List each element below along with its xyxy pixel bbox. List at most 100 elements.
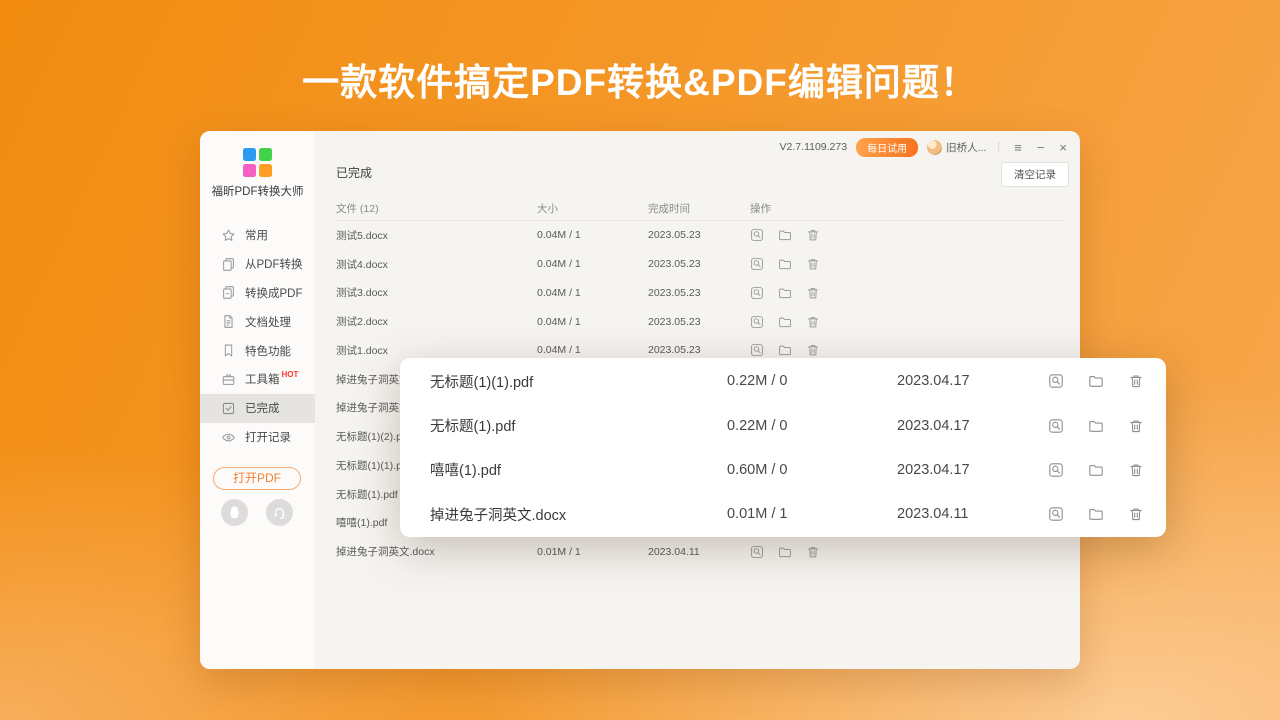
col-header-date: 完成时间 xyxy=(648,201,750,216)
table-row: 测试5.docx 0.04M / 1 2023.05.23 xyxy=(336,221,1066,250)
folder-icon[interactable] xyxy=(1088,418,1104,434)
sidebar-item-label: 转换成PDF xyxy=(245,285,303,301)
col-header-file: 文件 (12) xyxy=(336,201,537,216)
table-row: 掉进兔子洞英文.docx 0.01M / 1 2023.04.11 xyxy=(336,537,1066,566)
folder-icon[interactable] xyxy=(1088,506,1104,522)
file-date: 2023.05.23 xyxy=(648,229,750,241)
app-name: 福昕PDF转换大师 xyxy=(200,183,315,199)
page-title: 已完成 xyxy=(336,164,372,181)
magnified-row: 无标题(1)(1).pdf 0.22M / 0 2023.04.17 xyxy=(430,359,1150,403)
file-name: 测试5.docx xyxy=(336,228,537,243)
trash-icon[interactable] xyxy=(806,257,820,271)
file-name: 测试1.docx xyxy=(336,343,537,358)
sidebar-nav-item[interactable]: 文档处理 xyxy=(200,307,315,336)
magnified-row: 掉进兔子洞英文.docx 0.01M / 1 2023.04.11 xyxy=(430,492,1150,536)
trash-icon[interactable] xyxy=(1128,373,1144,389)
preview-icon[interactable] xyxy=(1048,506,1064,522)
check-square-icon xyxy=(221,401,236,416)
hot-badge: HOT xyxy=(282,370,299,379)
file-size: 0.60M / 0 xyxy=(727,462,897,478)
folder-icon[interactable] xyxy=(778,286,792,300)
avatar xyxy=(927,140,942,155)
minimize-icon[interactable]: − xyxy=(1034,141,1048,154)
sidebar-nav-item[interactable]: 常用 xyxy=(200,221,315,250)
preview-icon[interactable] xyxy=(750,257,764,271)
file-date: 2023.04.17 xyxy=(897,462,1048,478)
folder-icon[interactable] xyxy=(1088,462,1104,478)
titlebar: V2.7.1109.273 每日试用 旧桥人... | ≡ − × xyxy=(315,131,1080,155)
qq-icon xyxy=(226,504,243,521)
trash-icon[interactable] xyxy=(806,343,820,357)
preview-icon[interactable] xyxy=(1048,418,1064,434)
file-name: 掉进兔子洞英文.docx xyxy=(430,504,727,525)
file-size: 0.04M / 1 xyxy=(537,316,648,328)
account-button[interactable]: 旧桥人... xyxy=(927,140,986,155)
trash-icon[interactable] xyxy=(1128,506,1144,522)
preview-icon[interactable] xyxy=(1048,373,1064,389)
file-size: 0.04M / 1 xyxy=(537,258,648,270)
magnified-panel: 无标题(1)(1).pdf 0.22M / 0 2023.04.17 xyxy=(400,358,1166,537)
file-date: 2023.04.11 xyxy=(897,506,1048,522)
folder-icon[interactable] xyxy=(778,545,792,559)
trial-badge[interactable]: 每日试用 xyxy=(856,138,918,157)
table-header: 文件 (12) 大小 完成时间 操作 xyxy=(336,201,1066,216)
username-label: 旧桥人... xyxy=(946,140,986,155)
version-label: V2.7.1109.273 xyxy=(780,141,848,153)
trash-icon[interactable] xyxy=(806,286,820,300)
sidebar: 福昕PDF转换大师 常用 从PDF转换 转换成PDF xyxy=(200,131,315,669)
sidebar-history-item[interactable]: 打开记录 xyxy=(200,423,315,452)
bookmark-icon xyxy=(221,343,236,358)
close-icon[interactable]: × xyxy=(1056,141,1070,154)
menu-icon[interactable]: ≡ xyxy=(1011,141,1025,154)
magnified-row: 无标题(1).pdf 0.22M / 0 2023.04.17 xyxy=(430,403,1150,447)
support-contact-button[interactable] xyxy=(266,499,293,526)
from-pdf-icon xyxy=(221,257,236,272)
sidebar-item-label: 常用 xyxy=(245,227,268,243)
sidebar-item-label: 文档处理 xyxy=(245,314,291,330)
file-date: 2023.05.23 xyxy=(648,287,750,299)
file-size: 0.01M / 1 xyxy=(727,506,897,522)
trash-icon[interactable] xyxy=(1128,418,1144,434)
trash-icon[interactable] xyxy=(1128,462,1144,478)
eye-icon xyxy=(221,430,236,445)
table-row: 测试3.docx 0.04M / 1 2023.05.23 xyxy=(336,279,1066,308)
trash-icon[interactable] xyxy=(806,315,820,329)
contact-buttons xyxy=(221,499,293,526)
sidebar-nav-item[interactable]: 工具箱 HOT xyxy=(200,365,315,394)
preview-icon[interactable] xyxy=(750,286,764,300)
qq-contact-button[interactable] xyxy=(221,499,248,526)
sidebar-nav-item[interactable]: 特色功能 xyxy=(200,336,315,365)
preview-icon[interactable] xyxy=(750,343,764,357)
file-name: 嘻嘻(1).pdf xyxy=(430,459,727,480)
sidebar-item-label: 从PDF转换 xyxy=(245,256,303,272)
file-size: 0.01M / 1 xyxy=(537,546,648,558)
sidebar-nav-item[interactable]: 转换成PDF xyxy=(200,279,315,308)
trash-icon[interactable] xyxy=(806,228,820,242)
trash-icon[interactable] xyxy=(806,545,820,559)
folder-icon[interactable] xyxy=(778,315,792,329)
file-date: 2023.04.11 xyxy=(648,546,750,558)
folder-icon[interactable] xyxy=(778,343,792,357)
table-row: 测试4.docx 0.04M / 1 2023.05.23 xyxy=(336,250,1066,279)
preview-icon[interactable] xyxy=(1048,462,1064,478)
sidebar-item-label: 打开记录 xyxy=(245,429,291,445)
file-name: 无标题(1)(1).pdf xyxy=(430,371,727,392)
star-icon xyxy=(221,228,236,243)
sidebar-history-item[interactable]: 已完成 xyxy=(200,394,315,423)
folder-icon[interactable] xyxy=(1088,373,1104,389)
folder-icon[interactable] xyxy=(778,257,792,271)
hero-headline: 一款软件搞定PDF转换&PDF编辑问题！ xyxy=(0,52,1280,106)
preview-icon[interactable] xyxy=(750,315,764,329)
open-pdf-button[interactable]: 打开PDF xyxy=(213,467,301,490)
sidebar-history-nav: 已完成 打开记录 xyxy=(200,394,315,452)
toolbox-icon xyxy=(221,372,236,387)
titlebar-separator: | xyxy=(997,141,1000,153)
sidebar-nav-item[interactable]: 从PDF转换 xyxy=(200,250,315,279)
file-size: 0.04M / 1 xyxy=(537,344,648,356)
preview-icon[interactable] xyxy=(750,228,764,242)
logo-square-blue xyxy=(243,148,256,161)
file-name: 测试4.docx xyxy=(336,257,537,272)
clear-history-button[interactable]: 清空记录 xyxy=(1001,162,1069,187)
folder-icon[interactable] xyxy=(778,228,792,242)
preview-icon[interactable] xyxy=(750,545,764,559)
